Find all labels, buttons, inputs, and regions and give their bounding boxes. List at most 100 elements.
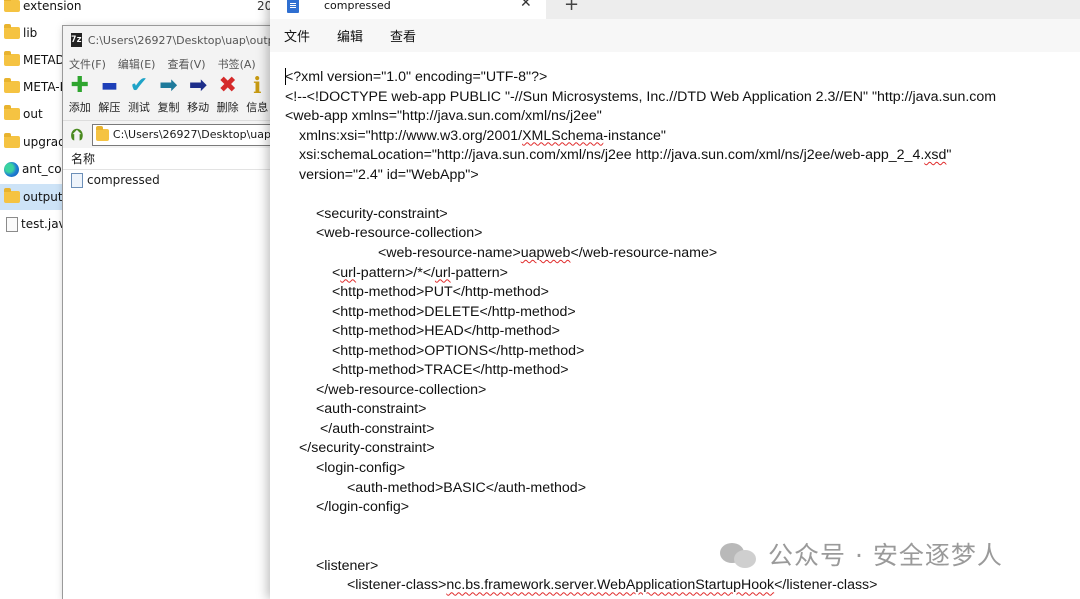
7zip-menu-bar: 文件(F) 编辑(E) 查看(V) 书签(A) bbox=[63, 54, 272, 74]
7zip-address-bar: ⮉ C:\Users\26927\Desktop\uap bbox=[63, 120, 272, 148]
code-line: <web-app xmlns="http://java.sun.com/xml/… bbox=[285, 108, 602, 125]
close-tab-icon[interactable]: ✕ bbox=[520, 0, 532, 11]
code-text: </listener-class> bbox=[774, 577, 878, 594]
menu-item[interactable]: 编辑(E) bbox=[118, 56, 156, 72]
toolbar-label: 解压 bbox=[98, 101, 121, 114]
spellcheck-word: uapweb bbox=[520, 244, 571, 261]
copy-icon: ➡ bbox=[159, 73, 178, 98]
toolbar-label: 测试 bbox=[127, 101, 150, 114]
folder-icon bbox=[96, 125, 109, 141]
notepad-tab-bar: compressed ✕ + bbox=[270, 0, 1080, 19]
7zip-window-title: C:\Users\26927\Desktop\uap\outp bbox=[87, 33, 272, 47]
tab-title: compressed bbox=[324, 0, 391, 12]
delete-button[interactable]: ✖ 删除 bbox=[213, 74, 243, 120]
code-line: </web-resource-collection> bbox=[316, 381, 487, 398]
code-text: -pattern> bbox=[450, 264, 508, 281]
explorer-item-name: extension bbox=[23, 0, 82, 13]
explorer-item-name: ant_cor bbox=[22, 162, 67, 176]
code-line: <web-resource-collection> bbox=[316, 225, 483, 242]
text-editor-area[interactable]: <?xml version="1.0" encoding="UTF-8"?> <!… bbox=[270, 52, 1080, 599]
menu-item[interactable]: 查看 bbox=[390, 26, 416, 45]
explorer-item-name: lib bbox=[23, 26, 38, 40]
explorer-item-name: output. bbox=[23, 190, 67, 204]
move-button[interactable]: ➡ 移动 bbox=[183, 74, 213, 120]
new-tab-icon[interactable]: + bbox=[564, 0, 579, 15]
explorer-item-name: out bbox=[23, 107, 43, 121]
7zip-path-text: C:\Users\26927\Desktop\uap bbox=[112, 128, 271, 141]
code-line: <!--<!DOCTYPE web-app PUBLIC "-//Sun Mic… bbox=[285, 88, 997, 105]
code-text: -pattern>/*</ bbox=[356, 264, 435, 281]
delete-icon: ✖ bbox=[218, 73, 237, 98]
7zip-window: 7z C:\Users\26927\Desktop\uap\outp 文件(F)… bbox=[62, 25, 272, 599]
code-line: <listener> bbox=[316, 557, 379, 574]
code-line: </security-constraint> bbox=[299, 440, 435, 457]
watermark-text: 公众号 · 安全逐梦人 bbox=[768, 541, 1003, 570]
explorer-item-name: META-I bbox=[23, 80, 64, 94]
toolbar-label: 添加 bbox=[68, 101, 91, 114]
spellcheck-word: url bbox=[340, 264, 357, 281]
code-line: version="2.4" id="WebApp"> bbox=[299, 166, 479, 183]
test-button[interactable]: ✔ 测试 bbox=[124, 74, 154, 120]
wechat-icon bbox=[720, 539, 758, 569]
menu-item[interactable]: 查看(V) bbox=[167, 56, 205, 72]
extract-icon: ▬ bbox=[100, 75, 118, 96]
column-header-name[interactable]: 名称 bbox=[63, 148, 272, 170]
code-line: <listener-class>nc.bs.framework.server.W… bbox=[347, 576, 877, 596]
code-line: <http-method>TRACE</http-method> bbox=[332, 362, 569, 379]
7zip-title-bar[interactable]: 7z C:\Users\26927\Desktop\uap\outp bbox=[63, 26, 272, 54]
info-icon: i bbox=[253, 73, 262, 99]
tab-compressed[interactable]: compressed ✕ bbox=[270, 0, 546, 19]
7zip-file-list: 名称 compressed bbox=[63, 148, 272, 599]
spellcheck-word: nc.bs.framework.server.WebApplicationSta… bbox=[446, 577, 775, 594]
code-line: <http-method>OPTIONS</http-method> bbox=[332, 342, 585, 359]
code-line: <http-method>HEAD</http-method> bbox=[332, 323, 560, 340]
code-line: <http-method>DELETE</http-method> bbox=[332, 303, 576, 320]
notepad-menu-bar: 文件 编辑 查看 bbox=[270, 19, 1080, 52]
toolbar-label: 信息 bbox=[246, 101, 269, 114]
code-line: <http-method>PUT</http-method> bbox=[332, 284, 549, 301]
info-button[interactable]: i 信息 bbox=[242, 74, 272, 120]
code-text: " bbox=[946, 147, 952, 164]
menu-item[interactable]: 文件(F) bbox=[69, 56, 106, 72]
edge-icon bbox=[4, 161, 19, 177]
7zip-logo-icon: 7z bbox=[71, 33, 82, 47]
file-icon bbox=[71, 172, 83, 188]
notepad-document-icon bbox=[287, 0, 299, 13]
code-line: <url-pattern>/*</url-pattern> bbox=[332, 264, 508, 284]
notepad-window: compressed ✕ + 文件 编辑 查看 <?xml version="1.0… bbox=[270, 0, 1080, 599]
code-line: <auth-method>BASIC</auth-method> bbox=[347, 479, 586, 496]
file-icon bbox=[6, 216, 18, 232]
file-list-item[interactable]: compressed bbox=[63, 170, 272, 190]
menu-item[interactable]: 书签(A) bbox=[218, 56, 256, 72]
folder-icon bbox=[4, 0, 20, 12]
add-icon: ✚ bbox=[70, 73, 89, 98]
explorer-item-name: upgrad bbox=[23, 135, 66, 149]
code-line: </login-config> bbox=[316, 499, 410, 516]
add-button[interactable]: ✚ 添加 bbox=[65, 74, 95, 120]
extract-button[interactable]: ▬ 解压 bbox=[95, 74, 125, 120]
code-line: </auth-constraint> bbox=[320, 420, 435, 437]
copy-button[interactable]: ➡ 复制 bbox=[154, 74, 184, 120]
7zip-toolbar: ✚ 添加 ▬ 解压 ✔ 测试 ➡ 复制 ➡ 移动 ✖ 删除 i 信息 bbox=[63, 74, 272, 120]
code-text: xmlns:xsi="http://www.w3.org/2001/ bbox=[299, 127, 523, 144]
code-line: <security-constraint> bbox=[316, 205, 448, 222]
file-name: compressed bbox=[87, 173, 160, 187]
code-text: <web-resource-name> bbox=[378, 244, 521, 261]
up-folder-icon[interactable]: ⮉ bbox=[68, 125, 86, 144]
menu-item[interactable]: 编辑 bbox=[337, 26, 363, 45]
explorer-item[interactable]: extension 20 bbox=[0, 0, 280, 19]
spellcheck-word: XMLSchema bbox=[522, 127, 604, 144]
folder-icon bbox=[4, 105, 20, 120]
7zip-path-field[interactable]: C:\Users\26927\Desktop\uap bbox=[92, 123, 272, 146]
code-line: <auth-constraint> bbox=[316, 401, 427, 418]
menu-item[interactable]: 文件 bbox=[284, 26, 310, 45]
code-text: <listener-class> bbox=[347, 577, 447, 594]
test-icon: ✔ bbox=[129, 73, 149, 98]
toolbar-label: 移动 bbox=[187, 101, 210, 114]
code-line: <login-config> bbox=[316, 460, 406, 476]
move-icon: ➡ bbox=[188, 73, 208, 98]
code-line: <web-resource-name>uapweb</web-resource-… bbox=[378, 244, 717, 264]
code-line: xsi:schemaLocation="http://java.sun.com/… bbox=[299, 146, 951, 166]
code-text: xsi:schemaLocation="http://java.sun.com/… bbox=[299, 147, 925, 164]
code-text: </web-resource-name> bbox=[570, 244, 718, 261]
